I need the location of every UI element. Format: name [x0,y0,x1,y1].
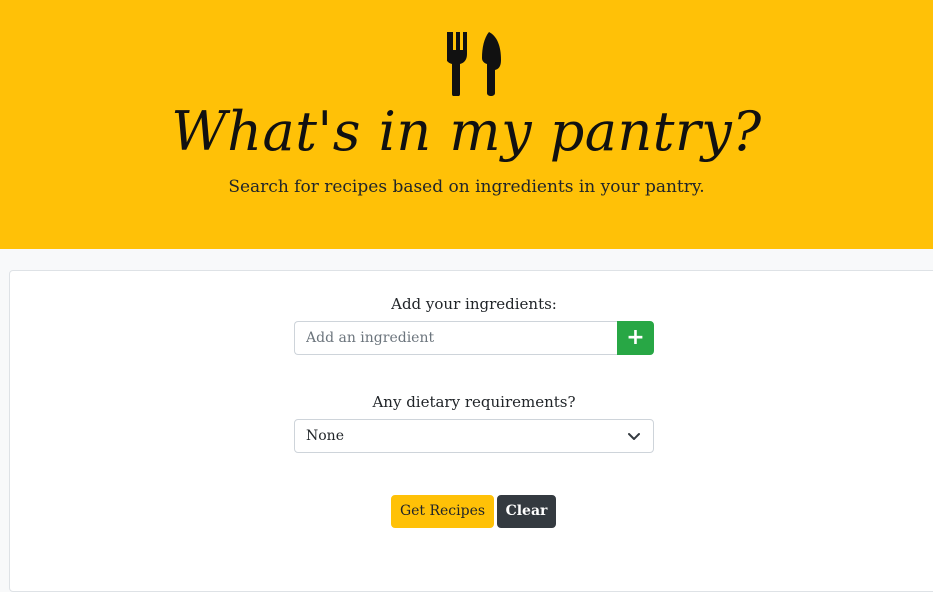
page-subtitle: Search for recipes based on ingredients … [228,177,705,197]
hero-header: What's in my pantry? Search for recipes … [0,0,933,249]
clear-button[interactable]: Clear [497,495,556,528]
add-ingredient-button[interactable]: + [617,321,654,355]
page-title: What's in my pantry? [171,100,762,163]
dietary-label: Any dietary requirements? [372,393,576,411]
get-recipes-button[interactable]: Get Recipes [391,495,494,528]
chevron-down-icon [628,433,640,440]
dietary-selected-value: None [306,428,344,444]
ingredient-input[interactable] [294,321,617,355]
plus-icon: + [626,325,645,350]
ingredients-label: Add your ingredients: [391,295,557,313]
dietary-select[interactable]: None [294,419,654,453]
fork-knife-icon [447,32,501,96]
